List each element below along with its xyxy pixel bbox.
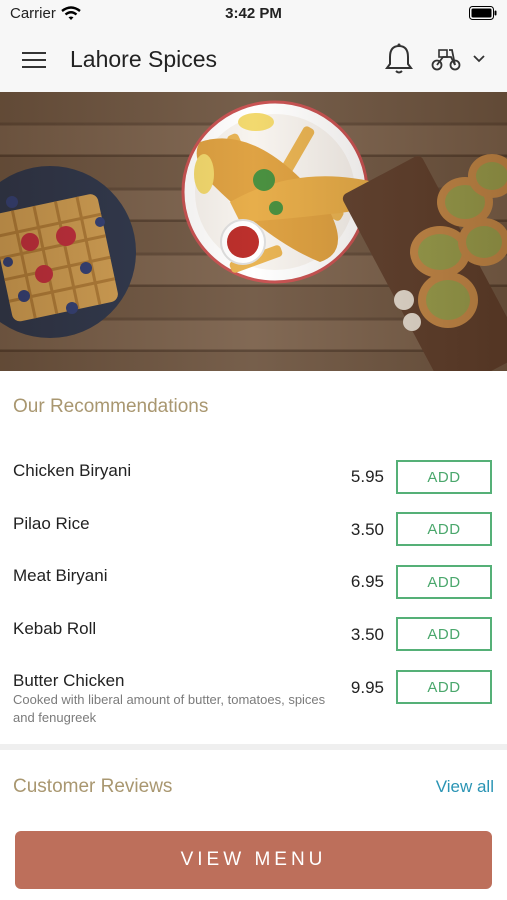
section-divider: [0, 744, 507, 750]
item-description: Cooked with liberal amount of butter, to…: [13, 692, 326, 725]
reviews-title: Customer Reviews: [13, 776, 173, 797]
item-price: 5.95: [350, 467, 384, 486]
view-menu-button[interactable]: VIEW MENU: [15, 831, 492, 889]
item-name: Pilao Rice: [13, 514, 90, 533]
add-button-pilao-rice[interactable]: ADD: [396, 512, 492, 546]
item-price: 3.50: [350, 520, 384, 539]
add-button-meat-biryani[interactable]: ADD: [396, 565, 492, 599]
item-name: Kebab Roll: [13, 619, 97, 638]
item-name: Meat Biryani: [13, 566, 108, 585]
recommendations-title: Our Recommendations: [13, 396, 209, 417]
chevron-down-icon[interactable]: [472, 54, 486, 64]
battery-icon: [469, 6, 497, 20]
bell-icon[interactable]: [384, 42, 414, 76]
scooter-icon[interactable]: [430, 46, 462, 72]
item-name: Chicken Biryani: [13, 461, 132, 480]
add-button-butter-chicken[interactable]: ADD: [396, 670, 492, 704]
view-all-reviews-link[interactable]: View all: [436, 777, 494, 797]
hero-banner: [0, 92, 507, 371]
add-button-chicken-biryani[interactable]: ADD: [396, 460, 492, 494]
item-price: 3.50: [350, 625, 384, 644]
item-price: 9.95: [350, 678, 384, 697]
status-time: 3:42 PM: [225, 5, 282, 22]
item-price: 6.95: [350, 572, 384, 591]
add-button-kebab-roll[interactable]: ADD: [396, 617, 492, 651]
status-bar: Carrier 3:42 PM: [0, 0, 507, 28]
menu-icon[interactable]: [22, 50, 48, 70]
item-name: Butter Chicken: [13, 671, 125, 690]
restaurant-title: Lahore Spices: [70, 46, 218, 72]
navigation-bar: Lahore Spices: [0, 28, 507, 92]
